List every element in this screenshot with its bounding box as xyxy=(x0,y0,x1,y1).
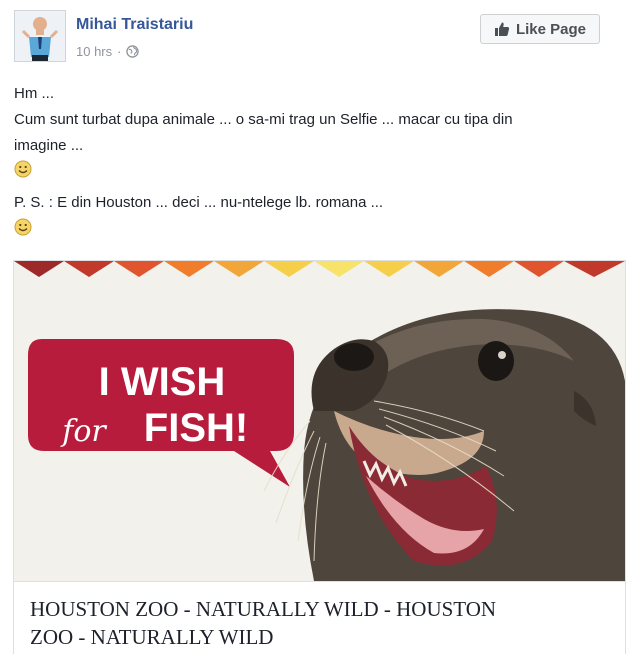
post-ps-line: P. S. : E din Houston ... deci ... nu-nt… xyxy=(14,194,384,211)
smiley-emoji-icon xyxy=(14,218,32,236)
link-title-line-2: ZOO - NATURALLY WILD xyxy=(30,625,274,649)
bubble-text-line2: FISH! xyxy=(144,406,248,450)
link-preview-card[interactable]: I WISH for FISH! HOUSTON ZOO - NATURALLY… xyxy=(13,260,626,654)
link-preview-image[interactable]: I WISH for FISH! xyxy=(14,261,625,581)
globe-icon[interactable] xyxy=(126,45,140,58)
smiley-emoji-icon xyxy=(14,160,32,178)
like-page-label: Like Page xyxy=(515,20,587,38)
preview-divider xyxy=(14,581,625,582)
post-timestamp[interactable]: 10 hrs xyxy=(76,44,112,59)
meta-separator: · xyxy=(117,44,122,59)
like-page-button[interactable]: Like Page xyxy=(480,14,600,44)
post-text-line-1: Hm ... xyxy=(14,85,54,102)
link-preview-title[interactable]: HOUSTON ZOO - NATURALLY WILD - HOUSTON Z… xyxy=(30,595,610,651)
avatar-image xyxy=(15,11,65,61)
author-name[interactable]: Mihai Traistariu xyxy=(76,16,193,34)
bubble-text-script: for xyxy=(60,414,107,449)
post-text-line-3: imagine ... xyxy=(14,137,84,154)
post-text-line-2: Cum sunt turbat dupa animale ... o sa-mi… xyxy=(14,111,513,128)
thumbs-up-icon xyxy=(494,22,510,36)
link-title-line-1: HOUSTON ZOO - NATURALLY WILD - HOUSTON xyxy=(30,597,497,621)
author-avatar[interactable] xyxy=(14,10,66,62)
bubble-text-line1: I WISH xyxy=(99,360,226,404)
post-meta: 10 hrs · xyxy=(76,44,140,59)
